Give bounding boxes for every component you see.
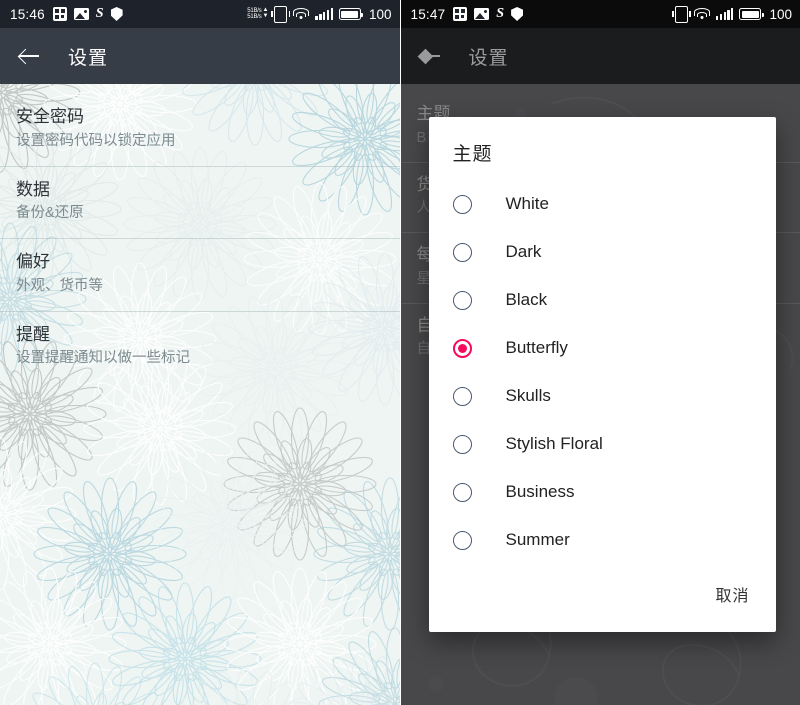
right-phone-panel: 15:47 S 100 设置 主题 B 每 星 自 自 主题 White Dar… [399,0,800,705]
radio-icon[interactable] [452,482,472,502]
settings-item-title: 提醒 [16,324,50,344]
s-logo-icon: S [496,6,505,21]
vibrate-icon [671,5,691,23]
theme-option-label: White [505,194,549,213]
theme-option-white[interactable]: White [429,180,776,228]
theme-option-stylish-floral[interactable]: Stylish Floral [429,420,776,468]
theme-option-butterfly[interactable]: Butterfly [429,324,776,372]
settings-item-subtitle: 外观、货币等 [16,277,103,294]
settings-item-reminder[interactable]: 提醒 设置提醒通知以做一些标记 [0,312,400,384]
theme-option-label: Black [505,290,548,309]
signal-icon [715,8,734,20]
theme-options-list: White Dark Black Butterfly Skulls Stylis… [429,180,776,570]
qr-icon [453,7,468,21]
right-app-bar: 设置 [400,28,800,84]
theme-option-label: Summer [505,530,570,549]
theme-option-dark[interactable]: Dark [429,228,776,276]
settings-item-preferences[interactable]: 偏好 外观、货币等 [0,239,400,311]
theme-option-black[interactable]: Black [429,276,776,324]
image-icon [474,8,490,20]
settings-list: 安全密码 设置密码代码以锁定应用 数据 备份&还原 偏好 外观、货币等 提醒 设… [0,84,400,383]
theme-option-label: Stylish Floral [505,434,603,453]
radio-icon[interactable] [452,290,472,310]
qr-icon [52,7,67,21]
theme-option-label: Business [505,482,575,501]
radio-icon[interactable] [452,530,472,550]
page-title: 设置 [68,47,109,69]
dialog-title: 主题 [452,144,493,165]
radio-icon[interactable] [452,386,472,406]
screenshot-stage: 15:46 S 51B/s 51B/s ▲ ▼ 100 设置 安全密码 设置密码… [0,0,800,705]
theme-option-label: Butterfly [505,338,568,357]
signal-icon [315,8,333,20]
battery-percent: 100 [769,6,792,22]
radio-icon[interactable] [452,194,472,214]
settings-item-subtitle: 备份&还原 [16,205,84,222]
wifi-icon [293,8,310,20]
cancel-button[interactable]: 取消 [711,576,753,612]
battery-percent: 100 [368,6,392,22]
settings-item-security[interactable]: 安全密码 设置密码代码以锁定应用 [0,94,400,166]
network-speed-icon: 51B/s 51B/s ▲ ▼ [247,7,269,20]
battery-icon [739,8,764,20]
image-icon [73,8,89,20]
theme-option-label: Skulls [505,386,551,405]
right-status-bar: 15:47 S 100 [400,0,800,28]
theme-option-skulls[interactable]: Skulls [429,372,776,420]
speed-down-value: 51B/s [247,14,262,20]
back-arrow-icon[interactable] [417,43,443,69]
settings-item-title: 偏好 [16,252,50,271]
settings-item-subtitle: 设置密码代码以锁定应用 [16,132,176,149]
battery-icon [338,8,364,20]
radio-icon[interactable] [452,242,472,262]
s-logo-icon: S [95,6,104,21]
shield-icon [110,7,123,21]
speed-arrows-icon: ▲ ▼ [262,7,269,19]
shield-icon [511,7,524,21]
settings-item-title: 数据 [16,179,50,199]
radio-selected-icon[interactable] [452,338,472,358]
left-status-bar: 15:46 S 51B/s 51B/s ▲ ▼ 100 [0,0,400,28]
left-phone-panel: 15:46 S 51B/s 51B/s ▲ ▼ 100 设置 安全密码 设置密码… [0,0,400,705]
left-app-bar: 设置 [0,28,400,84]
theme-dialog: 主题 White Dark Black Butterfly Skulls Sty… [428,117,776,632]
settings-item-subtitle: 设置提醒通知以做一些标记 [16,350,190,367]
radio-icon[interactable] [452,434,472,454]
page-title: 设置 [468,47,509,69]
back-arrow-icon[interactable] [16,43,42,69]
vibrate-icon [271,5,291,23]
theme-option-business[interactable]: Business [429,468,776,516]
wifi-icon [693,8,710,20]
theme-option-summer[interactable]: Summer [429,516,776,564]
right-settings-body: 主题 B 货币 人民币 每 星 自 自 [400,84,800,705]
status-time: 15:47 [410,6,446,22]
settings-item-data[interactable]: 数据 备份&还原 [0,167,400,239]
settings-item-title: 安全密码 [16,107,84,126]
status-time: 15:46 [10,6,45,22]
dialog-actions: 取消 [429,570,776,632]
theme-option-label: Dark [505,242,542,261]
left-settings-body: 安全密码 设置密码代码以锁定应用 数据 备份&还原 偏好 外观、货币等 提醒 设… [0,84,400,705]
